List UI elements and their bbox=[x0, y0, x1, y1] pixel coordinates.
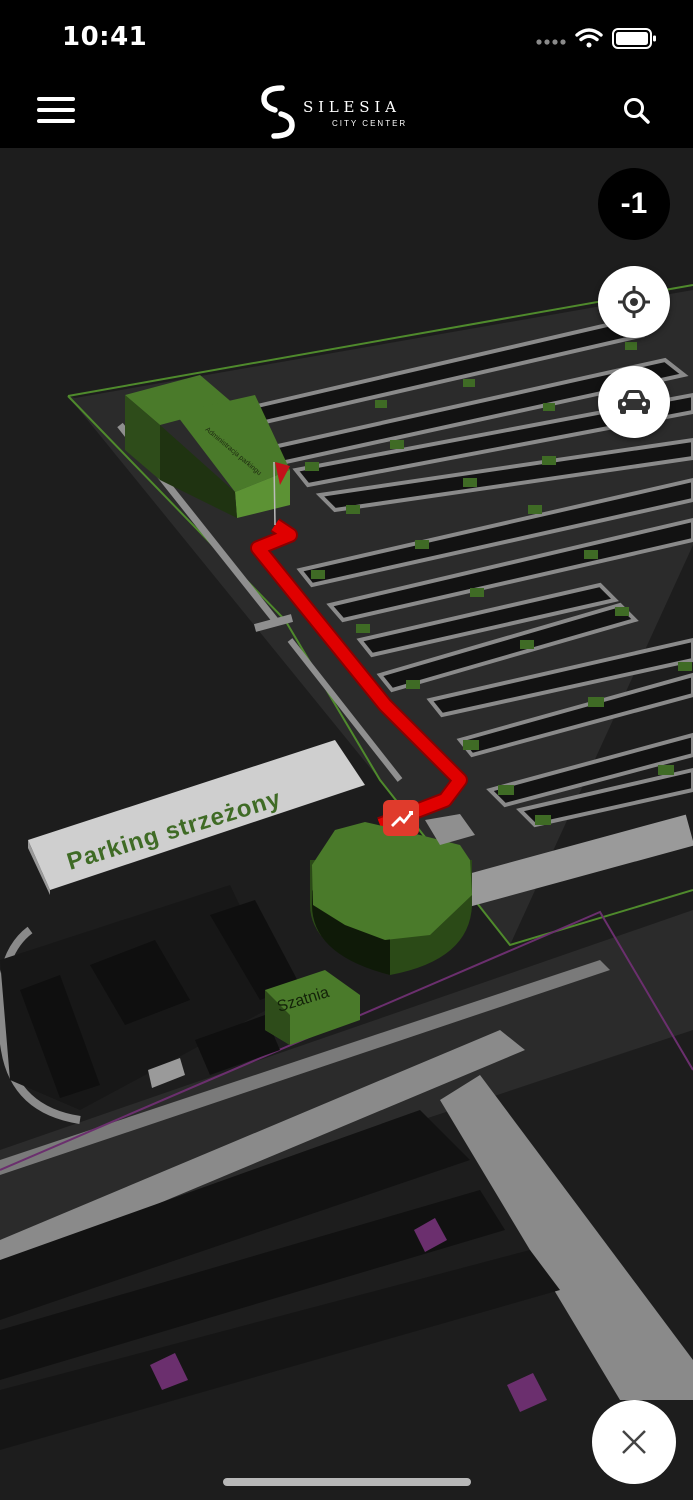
logo-mark-icon bbox=[261, 85, 295, 139]
floor-selector-button[interactable]: -1 bbox=[598, 168, 670, 240]
search-icon[interactable] bbox=[621, 95, 655, 129]
battery-icon bbox=[612, 28, 656, 49]
status-icons bbox=[535, 26, 657, 50]
crosshair-icon bbox=[618, 286, 650, 318]
locate-button[interactable] bbox=[598, 266, 670, 338]
parking-car-button[interactable] bbox=[598, 366, 670, 438]
brand-logo: SILESIA CITY CENTER bbox=[258, 84, 438, 140]
brand-name: SILESIA bbox=[303, 98, 401, 116]
hamburger-icon[interactable] bbox=[37, 97, 75, 127]
close-icon bbox=[622, 1430, 646, 1454]
nav-bar: SILESIA CITY CENTER bbox=[0, 78, 693, 148]
close-button[interactable] bbox=[592, 1400, 676, 1484]
status-bar: 10:41 bbox=[0, 0, 693, 78]
signal-icon bbox=[536, 39, 566, 45]
indoor-map[interactable]: Administracja parkingu Parking strzeżony… bbox=[0, 148, 693, 1500]
brand-subtitle: CITY CENTER bbox=[332, 119, 408, 128]
car-icon bbox=[618, 390, 650, 414]
status-time: 10:41 bbox=[62, 22, 148, 52]
wifi-icon bbox=[575, 28, 603, 48]
escalator-icon[interactable] bbox=[383, 800, 419, 836]
home-indicator bbox=[223, 1478, 471, 1486]
